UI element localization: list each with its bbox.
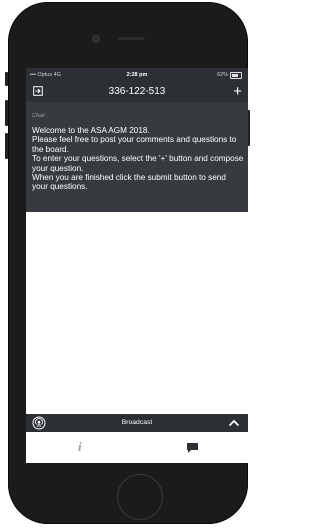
- status-time: 2:28 pm: [126, 72, 148, 78]
- bottom-tab-bar: i: [26, 432, 248, 463]
- status-bar: ▪▪▪ Optus 4G 2:28 pm 62%: [26, 68, 248, 82]
- mute-switch: [5, 72, 8, 86]
- chevron-up-icon[interactable]: [228, 418, 240, 428]
- session-title: 336-122-513: [108, 86, 166, 97]
- message-text: Welcome to the ASA AGM 2018. Please feel…: [32, 126, 244, 192]
- battery-icon: [230, 71, 242, 79]
- front-camera: [93, 36, 99, 42]
- broadcast-bar[interactable]: Broadcast: [26, 414, 248, 432]
- phone-screen: ▪▪▪ Optus 4G 2:28 pm 62% 336-122-513 + C…: [26, 68, 248, 463]
- broadcast-label: Broadcast: [121, 419, 153, 426]
- chat-icon[interactable]: [186, 442, 200, 454]
- app-header: 336-122-513 +: [26, 82, 248, 102]
- message-sender: Chair: [32, 113, 46, 119]
- volume-up-button: [5, 100, 8, 126]
- tab-info[interactable]: i: [78, 439, 82, 455]
- battery-percent: 62%: [216, 72, 228, 78]
- message-card: Chair Welcome to the ASA AGM 2018. Pleas…: [26, 102, 248, 212]
- battery-indicator: 62%: [217, 68, 242, 82]
- add-question-button[interactable]: +: [233, 82, 242, 102]
- volume-down-button: [5, 133, 8, 159]
- home-button: [117, 474, 163, 520]
- earpiece-speaker: [117, 37, 145, 40]
